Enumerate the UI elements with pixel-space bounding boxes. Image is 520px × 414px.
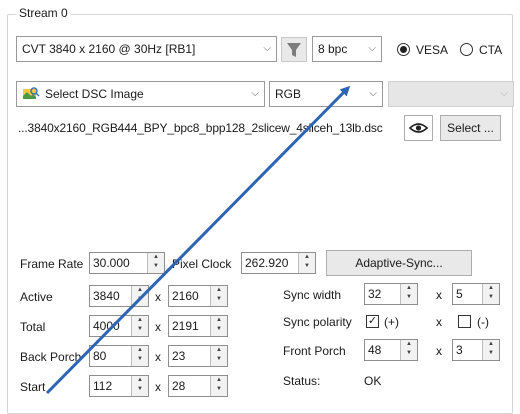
active-v-value: 2160 (172, 289, 199, 303)
sync-polarity-v-label: (-) (477, 315, 489, 329)
dsc-image-select[interactable]: Select DSC Image ⌵ (16, 81, 265, 107)
active-label: Active (20, 290, 53, 304)
active-v-field[interactable]: 2160 ▲ ▼ (168, 285, 228, 307)
chevron-down-icon: ⌵ (251, 88, 259, 99)
sync-width-v-field[interactable]: 5 ▲ ▼ (452, 283, 500, 305)
start-label: Start (20, 380, 46, 394)
adaptive-sync-button[interactable]: Adaptive-Sync... (326, 250, 472, 276)
timing-select[interactable]: CVT 3840 x 2160 @ 30Hz [RB1] ⌵ (16, 36, 277, 62)
color-format-select[interactable]: RGB ⌵ (269, 81, 383, 107)
front-porch-v-value: 3 (456, 343, 463, 357)
x-separator: x (155, 350, 161, 364)
start-v-value: 28 (172, 379, 186, 393)
bpc-select-value: 8 bpc (318, 42, 348, 56)
back-porch-label: Back Porch (20, 350, 82, 364)
back-porch-h-value: 80 (93, 349, 107, 363)
x-separator: x (436, 315, 442, 329)
sync-width-label: Sync width (283, 288, 342, 302)
total-label: Total (20, 320, 46, 334)
color-format-value: RGB (275, 87, 302, 101)
spinner-icon[interactable]: ▲ ▼ (298, 253, 315, 273)
status-label: Status: (283, 374, 321, 388)
total-h-value: 4000 (93, 319, 120, 333)
status-value: OK (364, 374, 382, 388)
select-file-button[interactable]: Select ... (440, 115, 501, 141)
sync-width-h-value: 32 (368, 287, 382, 301)
x-separator: x (155, 380, 161, 394)
color-image-icon (23, 87, 40, 99)
bpc-select[interactable]: 8 bpc ⌵ (312, 36, 382, 62)
filter-button[interactable] (281, 37, 307, 62)
pixel-clock-field[interactable]: 262.920 ▲ ▼ (241, 252, 316, 274)
spinner-icon[interactable]: ▲ ▼ (400, 340, 417, 360)
filter-icon (287, 43, 301, 57)
front-porch-label: Front Porch (283, 344, 346, 358)
spinner-icon[interactable]: ▲ ▼ (482, 284, 499, 304)
front-porch-h-field[interactable]: 48 ▲ ▼ (364, 339, 418, 361)
chevron-down-icon: ⌵ (263, 43, 271, 54)
vesa-label: VESA (416, 43, 449, 57)
frame-rate-label: Frame Rate (20, 257, 84, 271)
spinner-icon[interactable]: ▲ ▼ (210, 286, 227, 306)
eye-icon (408, 123, 429, 133)
back-porch-v-value: 23 (172, 349, 186, 363)
spinner-icon[interactable]: ▲ ▼ (210, 346, 227, 366)
spinner-icon[interactable]: ▲ ▼ (131, 286, 148, 306)
chevron-down-icon: ⌵ (500, 88, 508, 99)
x-separator: x (155, 290, 161, 304)
preview-button[interactable] (404, 115, 433, 141)
total-v-field[interactable]: 2191 ▲ ▼ (168, 315, 228, 337)
cta-label: CTA (479, 43, 503, 57)
spinner-icon[interactable]: ▲ ▼ (482, 340, 499, 360)
spinner-icon[interactable]: ▲ ▼ (131, 376, 148, 396)
start-v-field[interactable]: 28 ▲ ▼ (168, 375, 228, 397)
chevron-down-icon: ⌵ (369, 88, 377, 99)
front-porch-v-field[interactable]: 3 ▲ ▼ (452, 339, 500, 361)
start-h-value: 112 (93, 379, 113, 393)
active-h-value: 3840 (93, 289, 120, 303)
dsc-image-select-value: Select DSC Image (45, 87, 144, 101)
sync-polarity-h-label: (+) (384, 315, 399, 329)
back-porch-h-field[interactable]: 80 ▲ ▼ (89, 345, 149, 367)
spinner-icon[interactable]: ▲ ▼ (400, 284, 417, 304)
sync-polarity-v-checkbox[interactable] (458, 315, 471, 328)
cta-radio[interactable] (460, 43, 473, 56)
start-h-field[interactable]: 112 ▲ ▼ (89, 375, 149, 397)
timing-select-value: CVT 3840 x 2160 @ 30Hz [RB1] (22, 42, 196, 56)
spinner-icon[interactable]: ▲ ▼ (131, 316, 148, 336)
sync-width-h-field[interactable]: 32 ▲ ▼ (364, 283, 418, 305)
total-h-field[interactable]: 4000 ▲ ▼ (89, 315, 149, 337)
total-v-value: 2191 (172, 319, 199, 333)
vesa-radio[interactable] (397, 43, 410, 56)
stream-group-title: Stream 0 (16, 5, 71, 21)
front-porch-h-value: 48 (368, 343, 382, 357)
frame-rate-field[interactable]: 30.000 ▲ ▼ (89, 252, 165, 274)
x-separator: x (436, 288, 442, 302)
dsc-file-path: ...3840x2160_RGB444_BPY_bpc8_bpp128_2sli… (18, 121, 383, 135)
disabled-select: ⌵ (388, 81, 514, 107)
spinner-icon[interactable]: ▲ ▼ (147, 253, 164, 273)
spinner-icon[interactable]: ▲ ▼ (210, 376, 227, 396)
x-separator: x (155, 320, 161, 334)
frame-rate-value: 30.000 (93, 256, 130, 270)
chevron-down-icon: ⌵ (368, 43, 376, 54)
spinner-icon[interactable]: ▲ ▼ (210, 316, 227, 336)
pixel-clock-label: Pixel Clock (172, 257, 232, 271)
pixel-clock-value: 262.920 (245, 256, 289, 270)
active-h-field[interactable]: 3840 ▲ ▼ (89, 285, 149, 307)
x-separator: x (436, 344, 442, 358)
sync-polarity-label: Sync polarity (283, 315, 352, 329)
back-porch-v-field[interactable]: 23 ▲ ▼ (168, 345, 228, 367)
sync-width-v-value: 5 (456, 287, 463, 301)
sync-polarity-h-checkbox[interactable]: ✓ (366, 315, 379, 328)
spinner-icon[interactable]: ▲ ▼ (131, 346, 148, 366)
